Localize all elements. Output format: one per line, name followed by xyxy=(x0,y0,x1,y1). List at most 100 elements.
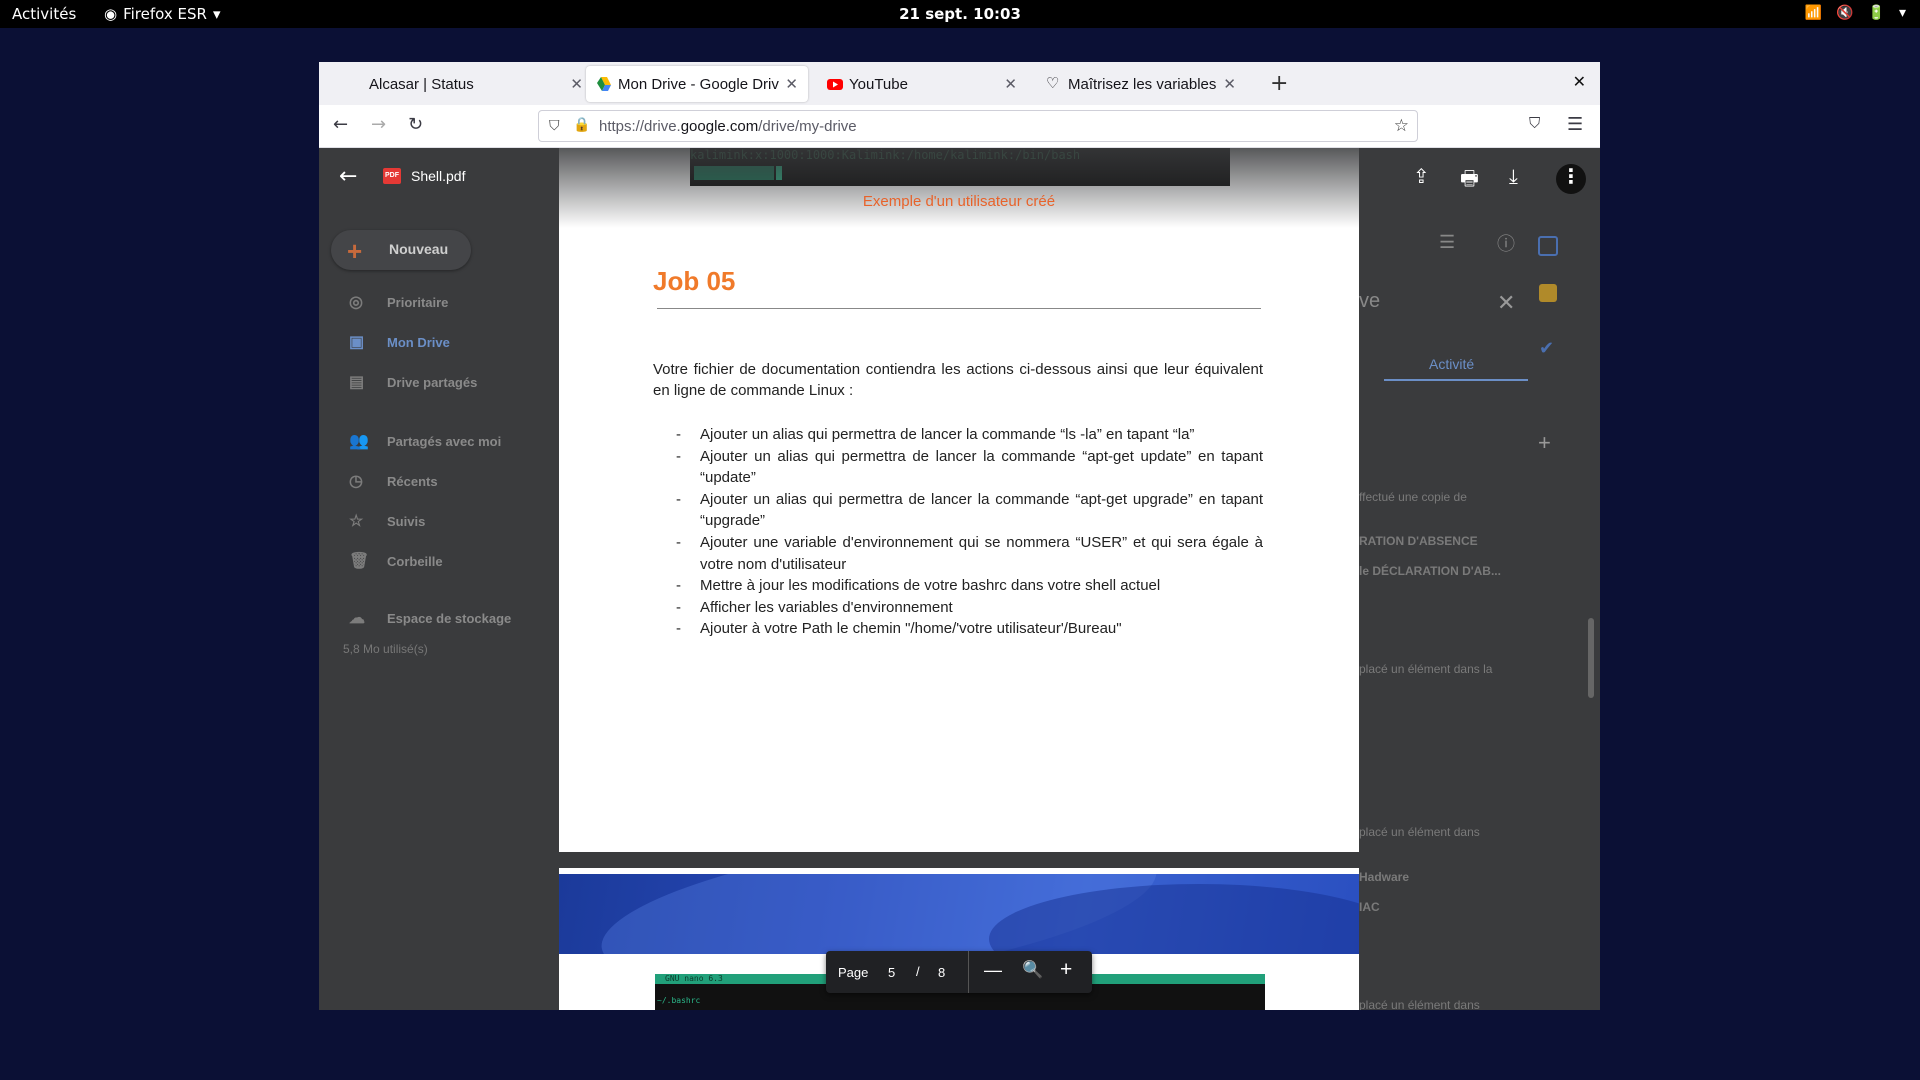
total-pages: 8 xyxy=(938,965,946,980)
reload-button[interactable]: ↻ xyxy=(408,114,423,135)
battery-icon: 🔋 xyxy=(1867,5,1885,21)
google-drive-icon xyxy=(596,76,612,92)
list-item: Afficher les variables d'environnement xyxy=(653,597,1263,619)
tab-label: Alcasar | Status xyxy=(369,75,474,93)
activity-snippet: le DÉCLARATION D'AB... xyxy=(1359,564,1501,578)
list-item: Mettre à jour les modifications de votre… xyxy=(653,575,1263,597)
page-banner xyxy=(559,874,1359,954)
sidebar-item-drive-partages[interactable]: ▤ Drive partagés xyxy=(349,372,477,392)
firefox-icon: ◉ xyxy=(104,5,118,23)
pocket-icon[interactable]: ⛉ xyxy=(1529,114,1540,132)
tasks-addon-icon[interactable]: ✔ xyxy=(1539,338,1554,359)
close-tab-icon[interactable]: ✕ xyxy=(1004,75,1017,93)
tab-activity[interactable]: Activité xyxy=(1429,356,1474,372)
system-top-bar: Activités ◉ Firefox ESR ▾ 21 sept. 10:03… xyxy=(0,0,1920,28)
sidebar-item-suivis[interactable]: ☆ Suivis xyxy=(349,511,425,531)
terminal-screenshot: kalimink:x:1000:1000:Kalimink:/home/kali… xyxy=(690,148,1230,186)
pdf-page: kalimink:x:1000:1000:Kalimink:/home/kali… xyxy=(559,148,1359,852)
close-tab-icon[interactable]: ✕ xyxy=(570,75,583,93)
page-controls: Page 5 / 8 — 🔍 + xyxy=(826,951,1092,993)
divider xyxy=(968,951,969,993)
hamburger-menu-icon[interactable]: ☰ xyxy=(1567,114,1583,135)
section-title: Job 05 xyxy=(653,266,736,296)
heart-icon: ♡ xyxy=(1046,75,1060,92)
system-tray[interactable]: 📶 🔇 🔋 ▾ xyxy=(1805,5,1906,21)
new-tab-button[interactable]: + xyxy=(1270,71,1288,96)
clock-icon: ◷ xyxy=(349,473,363,490)
forward-button[interactable]: → xyxy=(371,114,386,135)
list-item: Ajouter une variable d'environnement qui… xyxy=(653,532,1263,575)
nano-line: ~/.bashrc xyxy=(657,996,701,1005)
list-item: Ajouter un alias qui permettra de lancer… xyxy=(653,446,1263,489)
sidebar-item-corbeille[interactable]: 🗑 Corbeille xyxy=(349,551,443,571)
print-icon[interactable]: 🖶 xyxy=(1460,164,1479,198)
navigation-toolbar: ← → ↻ ⛉ 🔒 https://drive.google.com/drive… xyxy=(319,105,1600,148)
terminal-line: kalimink:x:1000:1000:Kalimink:/home/kali… xyxy=(690,148,1081,162)
file-name: Shell.pdf xyxy=(411,168,466,184)
bookmark-star-icon[interactable]: ☆ xyxy=(1394,116,1409,136)
zoom-icon[interactable]: 🔍 xyxy=(1022,960,1043,980)
sidebar-item-mon-drive[interactable]: ▣ Mon Drive xyxy=(349,332,450,352)
add-addon-icon[interactable]: + xyxy=(1538,430,1551,456)
close-window-button[interactable]: ✕ xyxy=(1573,72,1586,91)
close-details-icon[interactable]: ✕ xyxy=(1497,290,1515,316)
activity-snippet: IAC xyxy=(1359,900,1380,914)
tab-label: Mon Drive - Google Drive xyxy=(618,75,780,93)
shield-icon[interactable]: ⛉ xyxy=(549,117,560,134)
app-menu[interactable]: ◉ Firefox ESR ▾ xyxy=(104,5,220,23)
tab-variables-article[interactable]: ♡ Maîtrisez les variables d'e ✕ xyxy=(1036,66,1246,102)
app-name: Firefox ESR xyxy=(123,5,207,23)
tab-label: YouTube xyxy=(849,75,908,93)
youtube-icon xyxy=(827,76,843,92)
figure-caption: Exemple d'un utilisateur créé xyxy=(862,193,1056,210)
storage-used: 5,8 Mo utilisé(s) xyxy=(343,642,428,656)
plus-icon: + xyxy=(347,236,363,266)
tab-google-drive[interactable]: Mon Drive - Google Drive ✕ xyxy=(586,66,808,102)
address-bar[interactable]: ⛉ 🔒 https://drive.google.com/drive/my-dr… xyxy=(538,110,1418,142)
page-content: + Nouveau ◎ Prioritaire ▣ Mon Drive ▤ Dr… xyxy=(319,148,1600,1010)
list-view-icon[interactable]: ☰ xyxy=(1439,232,1455,253)
check-circle-icon: ◎ xyxy=(349,294,363,311)
calendar-addon-icon[interactable] xyxy=(1538,236,1558,256)
tab-alcasar[interactable]: Alcasar | Status ✕ xyxy=(325,66,593,102)
scrollbar[interactable] xyxy=(1588,618,1594,698)
clock[interactable]: 21 sept. 10:03 xyxy=(0,5,1920,23)
activities-button[interactable]: Activités xyxy=(12,5,76,23)
details-title-fragment: ve xyxy=(1359,290,1381,312)
sidebar-item-recents[interactable]: ◷ Récents xyxy=(349,471,438,491)
drive-icon: ▣ xyxy=(349,334,365,351)
tab-strip: Alcasar | Status ✕ Mon Drive - Google Dr… xyxy=(319,62,1600,105)
current-page-input[interactable]: 5 xyxy=(888,965,895,980)
activity-snippet: ffectué une copie de xyxy=(1359,490,1467,504)
new-button[interactable]: + Nouveau xyxy=(331,230,471,270)
title-divider xyxy=(657,308,1261,309)
power-menu-icon: ▾ xyxy=(1898,5,1906,21)
page-separator: / xyxy=(916,964,920,979)
activity-snippet: placé un élément dans xyxy=(1359,825,1480,839)
activity-snippet: placé un élément dans la xyxy=(1359,662,1493,676)
add-to-drive-icon[interactable]: ⇪ xyxy=(1413,164,1430,188)
pdf-file-icon: PDF xyxy=(383,168,401,184)
zoom-out-button[interactable]: — xyxy=(984,960,1002,981)
close-tab-icon[interactable]: ✕ xyxy=(1223,75,1236,93)
zoom-in-button[interactable]: + xyxy=(1060,958,1072,982)
tab-youtube[interactable]: YouTube ✕ xyxy=(817,66,1027,102)
sidebar-item-prioritaire[interactable]: ◎ Prioritaire xyxy=(349,292,448,312)
url-text[interactable]: https://drive.google.com/drive/my-drive xyxy=(599,118,857,135)
back-arrow-icon[interactable]: ← xyxy=(339,164,357,189)
close-tab-icon[interactable]: ✕ xyxy=(785,75,798,93)
intro-paragraph: Votre fichier de documentation contiendr… xyxy=(653,361,1263,399)
activity-snippet: RATION D'ABSENCE xyxy=(1359,534,1478,548)
lock-icon[interactable]: 🔒 xyxy=(573,116,590,133)
sidebar-item-stockage[interactable]: ☁ Espace de stockage xyxy=(349,608,511,628)
cloud-icon: ☁ xyxy=(349,610,365,627)
sidebar-item-partages-avec-moi[interactable]: 👥 Partagés avec moi xyxy=(349,431,501,451)
back-button[interactable]: ← xyxy=(333,114,348,135)
download-icon[interactable]: ⤓ xyxy=(1509,164,1518,188)
more-options-icon[interactable]: ⋮ xyxy=(1556,164,1586,194)
terminal-cursor xyxy=(776,166,782,180)
chevron-down-icon: ▾ xyxy=(212,5,221,23)
keep-addon-icon[interactable] xyxy=(1539,284,1557,302)
browser-window: Alcasar | Status ✕ Mon Drive - Google Dr… xyxy=(319,62,1600,1010)
info-icon[interactable]: ⓘ xyxy=(1497,230,1515,256)
